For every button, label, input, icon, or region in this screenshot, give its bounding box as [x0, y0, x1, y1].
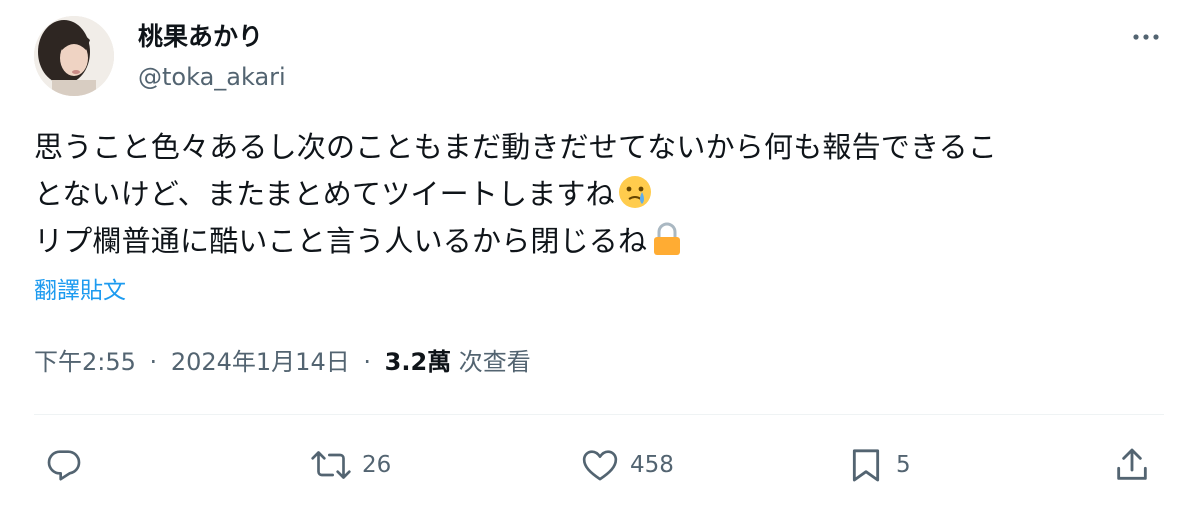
share-icon [1117, 448, 1147, 480]
display-name[interactable]: 桃果あかり [138, 20, 263, 54]
tweet-line-1: 思うこと色々あるし次のこともまだ動きだせてないから何も報告できるこ [34, 130, 998, 164]
heart-icon [582, 450, 618, 481]
user-handle[interactable]: @toka_akari [138, 60, 286, 94]
avatar-image [34, 16, 114, 96]
more-options-button[interactable] [1128, 22, 1164, 52]
retweet-button[interactable]: 26 [310, 444, 391, 486]
reply-button[interactable] [44, 444, 84, 486]
views-label[interactable]: 次查看 [459, 348, 531, 376]
views-count[interactable]: 3.2萬 [385, 348, 452, 376]
tweet-text: 思うこと色々あるし次のこともまだ動きだせてないから何も報告できるこ とないけど、… [34, 124, 1160, 265]
tweet-line-2: とないけど、またまとめてツイートしますね [34, 177, 615, 211]
bookmark-button[interactable]: 5 [846, 444, 911, 486]
tweet-line-3: リプ欄普通に酷いこと言う人いるから閉じるね [34, 224, 648, 258]
tweet-date[interactable]: 2024年1月14日 [171, 348, 350, 376]
lock-icon [649, 221, 685, 257]
meta-separator: · [363, 348, 371, 376]
tweet-line-2-wrap: とないけど、またまとめてツイートしますね [34, 171, 1160, 218]
retweet-count: 26 [362, 452, 392, 478]
tweet-line-3-wrap: リプ欄普通に酷いこと言う人いるから閉じるね [34, 218, 1160, 265]
tweet-meta: 下午2:55 · 2024年1月14日 · 3.2萬 次查看 [34, 344, 531, 380]
face-holding-back-tears-icon [617, 174, 653, 210]
like-button[interactable]: 458 [580, 444, 674, 486]
more-icon [1133, 34, 1159, 40]
translate-post-link[interactable]: 翻譯貼文 [34, 274, 126, 308]
tweet-time[interactable]: 下午2:55 [34, 348, 136, 376]
retweet-icon [311, 451, 351, 479]
divider [34, 414, 1164, 415]
like-count: 458 [630, 452, 674, 478]
bookmark-icon [852, 449, 880, 482]
reply-icon [47, 450, 81, 481]
bookmark-count: 5 [896, 452, 911, 478]
share-button[interactable] [1112, 444, 1152, 486]
meta-separator: · [149, 348, 158, 376]
avatar[interactable] [34, 16, 114, 96]
